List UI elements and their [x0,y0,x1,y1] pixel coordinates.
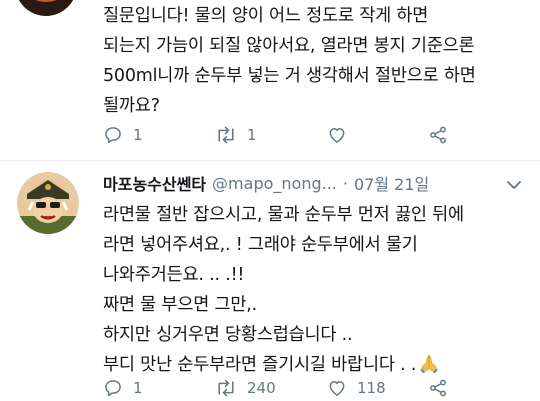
tweet-text-line: 짜면 물 부으면 그만,. [103,295,258,315]
tweet-actions: 1 240 118 [103,376,503,400]
reply-count: 1 [133,379,143,397]
like-count: 118 [357,379,386,397]
reply-icon [103,125,123,145]
reply-button[interactable]: 1 [103,123,143,147]
share-button[interactable] [428,123,448,147]
tweet-text-line: 라면물 절반 잡으시고, 물과 순두부 먼저 끓인 뒤에 [103,205,464,225]
retweet-count: 240 [247,379,276,397]
avatar[interactable] [17,172,79,234]
avatar[interactable] [15,0,77,16]
display-name[interactable]: 마포농수산쎈타 [103,171,206,195]
reply-button[interactable]: 1 [103,376,143,400]
tweet-text: 라면물 절반 잡으시고, 물과 순두부 먼저 끓인 뒤에 라면 넣어주셔요,. … [103,200,464,383]
heart-icon [327,125,347,145]
tweet-text-line: 라면 넣어주셔요,. ! 그래야 순두부에서 물기 [103,235,418,255]
retweet-count: 1 [247,126,257,144]
tweet-text: 질문입니다! 물의 양이 어느 정도로 작게 하면 되는지 가늠이 되질 않아서… [103,1,476,121]
separator: · [342,173,348,193]
like-button[interactable]: 118 [327,376,386,400]
retweet-button[interactable]: 1 [215,123,257,147]
tweet-1[interactable]: 질문입니다! 물의 양이 어느 정도로 작게 하면 되는지 가늠이 되질 않아서… [0,0,540,160]
tweet-text-line: 나와주거든요. .. .!! [103,265,245,285]
tweet-text-line: 500ml니까 순두부 넣는 거 생각해서 절반으로 하면 [103,66,476,86]
user-handle[interactable]: @mapo_nong... [212,174,337,193]
tweet-date[interactable]: 07월 21일 [354,171,429,195]
heart-icon [327,378,347,398]
share-button[interactable] [428,376,448,400]
share-icon [428,125,448,145]
tweet-text-last: 부디 맛난 순두부라면 즐기시길 바랍니다 . . [103,355,417,375]
more-menu-button[interactable] [506,176,522,195]
reply-count: 1 [133,126,143,144]
tweet-text-line: 될까요? [103,96,160,116]
retweet-button[interactable]: 240 [215,376,276,400]
reply-icon [103,378,123,398]
tweet-text-line: 하지만 싱거우면 당황스럽습니다 .. [103,325,353,345]
chevron-down-icon [506,176,522,195]
tweet-text-line: 되는지 가늠이 되질 않아서요, 열라면 봉지 기준으론 [103,36,475,56]
tweet-text-line: 질문입니다! 물의 양이 어느 정도로 작게 하면 [103,6,429,26]
retweet-icon [215,125,237,145]
like-button[interactable] [327,123,347,147]
share-icon [428,378,448,398]
tweet-header: 마포농수산쎈타 @mapo_nong... · 07월 21일 [103,171,429,195]
retweet-icon [215,378,237,398]
tweet-actions: 1 1 [103,123,503,147]
